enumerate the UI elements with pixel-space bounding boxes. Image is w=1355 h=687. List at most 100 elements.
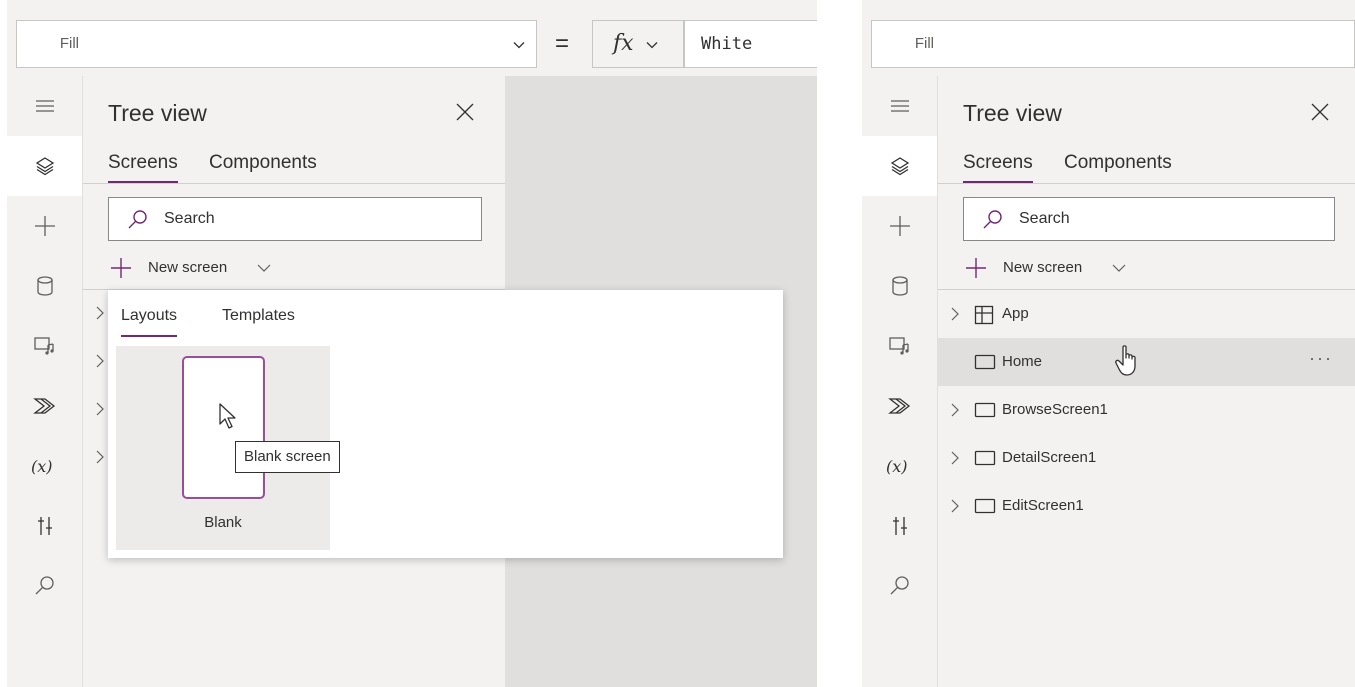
right-studio-panel: Fill (x) Tree view Screens Components Se… (862, 0, 1355, 687)
equals-sign: = (555, 30, 570, 57)
tab-screens[interactable]: Screens (108, 152, 178, 183)
data-button[interactable] (7, 256, 82, 316)
advanced-tools-button[interactable] (862, 496, 937, 556)
variables-button[interactable]: (x) (7, 436, 82, 496)
tree-item-label: App (1002, 305, 1029, 322)
property-dropdown[interactable]: Fill (16, 20, 537, 68)
tree-item-detailscreen1[interactable]: DetailScreen1 (938, 434, 1355, 482)
search-button[interactable] (7, 556, 82, 616)
search-button[interactable] (862, 556, 937, 616)
chevron-right-icon[interactable] (95, 306, 105, 320)
layers-icon (35, 157, 54, 176)
tree-item-app[interactable]: App (938, 290, 1355, 338)
mouse-pointer-icon (219, 403, 236, 429)
media-button[interactable] (7, 316, 82, 376)
variables-button[interactable]: (x) (862, 436, 937, 496)
divider (938, 183, 1355, 184)
tab-templates[interactable]: Templates (222, 307, 295, 325)
search-input[interactable]: Search (108, 197, 482, 241)
chevron-right-icon[interactable] (95, 450, 105, 464)
more-options-icon[interactable]: ··· (1309, 348, 1333, 369)
power-automate-button[interactable] (7, 376, 82, 436)
data-cylinder-icon (36, 276, 53, 296)
advanced-tools-icon (892, 517, 907, 535)
tab-screens[interactable]: Screens (963, 152, 1033, 183)
hamburger-menu-icon (35, 100, 54, 112)
search-input[interactable]: Search (963, 197, 1335, 241)
search-icon (128, 210, 147, 229)
plus-insert-icon (889, 216, 910, 236)
formula-value: White (701, 34, 753, 54)
property-dropdown[interactable]: Fill (871, 20, 1355, 68)
fx-button[interactable]: fx (592, 20, 684, 68)
chevron-right-icon[interactable] (950, 499, 960, 513)
tab-components[interactable]: Components (209, 152, 317, 174)
left-nav-rail: (x) (7, 76, 83, 687)
formula-input[interactable]: White (684, 20, 817, 68)
svg-text:(x): (x) (886, 457, 908, 476)
tree-view-button[interactable] (862, 136, 937, 196)
plus-icon (111, 258, 131, 278)
plus-insert-icon (34, 216, 55, 236)
tree-view-title: Tree view (963, 100, 1062, 126)
tree-item-label: DetailScreen1 (1002, 449, 1097, 466)
screen-icon (974, 402, 996, 418)
insert-button[interactable] (862, 196, 937, 256)
power-automate-icon (32, 398, 55, 414)
screen-icon (974, 354, 996, 370)
screen-icon (974, 498, 996, 514)
property-name: Fill (914, 35, 934, 52)
property-name: Fill (59, 35, 79, 52)
chevron-down-icon (257, 264, 271, 272)
media-icon (33, 337, 54, 355)
layout-blank-tile[interactable]: Blank Blank screen (116, 346, 340, 550)
media-icon (888, 337, 909, 355)
menu-button[interactable] (862, 76, 937, 136)
fx-icon: fx (613, 31, 634, 56)
power-automate-button[interactable] (862, 376, 937, 436)
variables-icon: (x) (31, 457, 53, 476)
tree-item-browsescreen1[interactable]: BrowseScreen1 (938, 386, 1355, 434)
divider (83, 183, 505, 184)
search-placeholder: Search (1019, 210, 1070, 227)
layers-icon (890, 157, 909, 176)
close-icon[interactable] (1310, 102, 1330, 122)
media-button[interactable] (862, 316, 937, 376)
search-icon (890, 576, 909, 595)
tree-item-home[interactable]: Home ··· (938, 338, 1355, 386)
app-grid-icon (974, 305, 994, 325)
chevron-right-icon[interactable] (950, 403, 960, 417)
advanced-tools-button[interactable] (7, 496, 82, 556)
hand-pointer-icon (1115, 345, 1136, 376)
variables-icon: (x) (886, 457, 908, 476)
data-button[interactable] (862, 256, 937, 316)
close-icon[interactable] (455, 102, 475, 122)
insert-button[interactable] (7, 196, 82, 256)
new-screen-flyout: Layouts Templates Blank Blank screen (108, 290, 783, 558)
chevron-down-icon (646, 42, 658, 49)
new-screen-label: New screen (148, 259, 228, 276)
chevron-right-icon[interactable] (95, 402, 105, 416)
screen-icon (974, 450, 996, 466)
advanced-tools-icon (37, 517, 52, 535)
search-placeholder: Search (164, 210, 215, 227)
left-studio-panel: Fill = fx White (x) Tree view Screens Co… (7, 0, 817, 687)
tree-item-editscreen1[interactable]: EditScreen1 (938, 482, 1355, 530)
tree-item-label: BrowseScreen1 (1002, 401, 1108, 418)
tooltip: Blank screen (235, 441, 340, 473)
chevron-right-icon[interactable] (950, 451, 960, 465)
search-icon (35, 576, 54, 595)
menu-button[interactable] (7, 76, 82, 136)
tree-view-button[interactable] (7, 136, 82, 196)
chevron-right-icon[interactable] (95, 354, 105, 368)
data-cylinder-icon (891, 276, 908, 296)
tab-layouts[interactable]: Layouts (121, 307, 178, 337)
formula-bar: Fill (862, 0, 1355, 76)
hamburger-menu-icon (890, 100, 909, 112)
search-icon (983, 210, 1002, 229)
tab-components[interactable]: Components (1064, 152, 1172, 174)
plus-icon (966, 258, 986, 278)
chevron-right-icon[interactable] (950, 307, 960, 321)
chevron-down-icon (1112, 264, 1126, 272)
layout-label: Blank (204, 514, 242, 531)
